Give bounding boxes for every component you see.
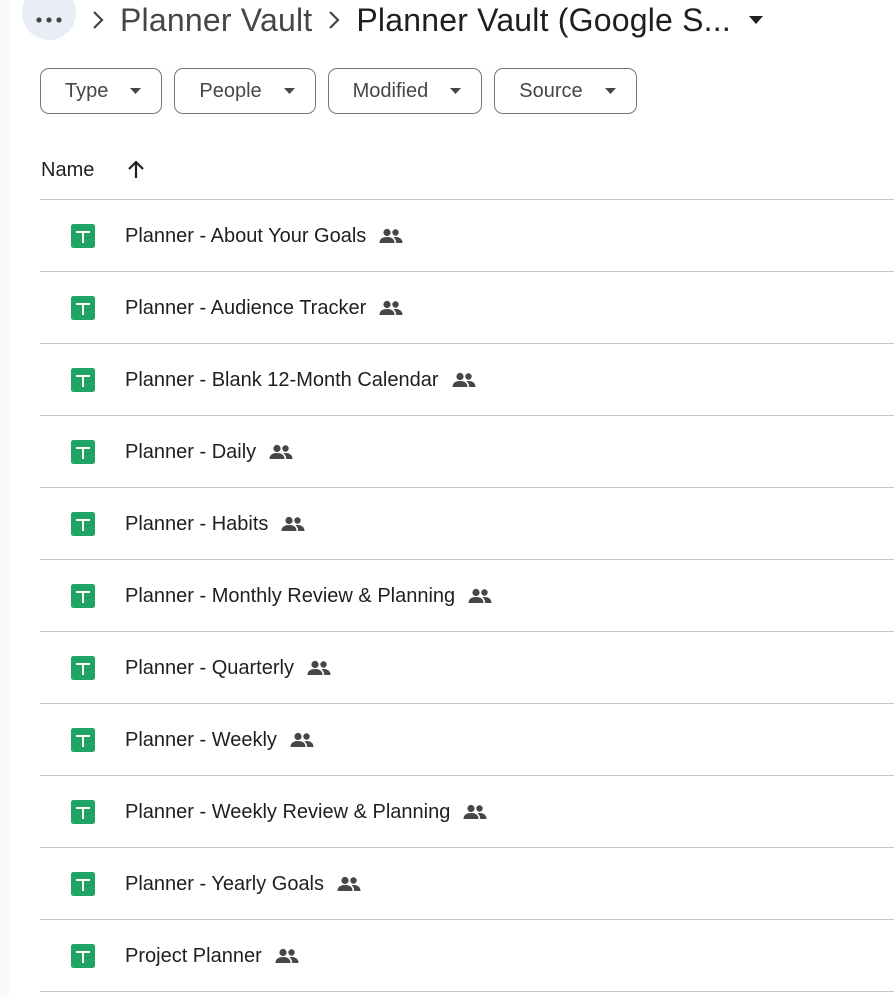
chevron-right-icon — [312, 11, 356, 29]
file-name-text: Planner - Yearly Goals — [125, 873, 325, 895]
filter-source-chip[interactable]: Source — [494, 68, 637, 114]
filter-chip-label: Modified — [352, 79, 429, 102]
file-name: Project Planner — [125, 943, 300, 969]
file-name: Planner - Daily — [125, 439, 294, 465]
caret-down-icon — [604, 88, 616, 94]
google-sheets-icon — [71, 944, 95, 968]
google-sheets-icon — [71, 296, 95, 320]
shared-people-icon — [306, 660, 332, 676]
list-header: Name — [41, 148, 146, 192]
more-horiz-icon — [36, 17, 62, 23]
file-row[interactable]: Planner - Weekly — [40, 703, 894, 775]
filter-type-chip[interactable]: Type — [40, 68, 163, 114]
caret-down-icon — [283, 88, 295, 94]
shared-people-icon — [336, 876, 362, 892]
shared-people-icon — [268, 444, 294, 460]
shared-people-icon — [280, 516, 306, 532]
arrow-upward-icon[interactable] — [126, 160, 146, 180]
breadcrumb-parent-folder[interactable]: Planner Vault — [120, 2, 312, 39]
file-name: Planner - Blank 12-Month Calendar — [125, 367, 477, 393]
file-row[interactable]: Planner - Yearly Goals — [40, 847, 894, 919]
shared-people-icon — [289, 732, 315, 748]
google-sheets-icon — [71, 656, 95, 680]
file-name: Planner - Quarterly — [125, 655, 332, 681]
google-sheets-icon — [71, 584, 95, 608]
file-row[interactable]: Planner - Weekly Review & Planning — [40, 775, 894, 847]
file-name-text: Planner - Monthly Review & Planning — [125, 585, 456, 607]
file-name-text: Planner - About Your Goals — [125, 225, 367, 247]
breadcrumb-more-button[interactable] — [22, 0, 76, 40]
google-sheets-icon — [71, 512, 95, 536]
google-sheets-icon — [71, 728, 95, 752]
shared-people-icon — [462, 804, 488, 820]
file-name-text: Planner - Weekly — [125, 729, 277, 751]
filter-chip-label: People — [199, 79, 262, 102]
file-list: Planner - About Your Goals Planner - Aud… — [40, 199, 894, 992]
google-sheets-icon — [71, 224, 95, 248]
shared-people-icon — [274, 948, 300, 964]
file-name-text: Planner - Quarterly — [125, 657, 294, 679]
shared-people-icon — [451, 372, 477, 388]
google-sheets-icon — [71, 440, 95, 464]
filter-chips: Type People Modified Source — [40, 68, 637, 114]
filter-chip-label: Type — [65, 79, 109, 102]
name-column-header[interactable]: Name — [41, 159, 94, 182]
google-sheets-icon — [71, 368, 95, 392]
file-name: Planner - Audience Tracker — [125, 295, 404, 321]
file-name-text: Planner - Daily — [125, 441, 257, 463]
file-name-text: Planner - Blank 12-Month Calendar — [125, 369, 439, 391]
breadcrumb-current-folder[interactable]: Planner Vault (Google S... — [356, 2, 763, 39]
file-row[interactable]: Planner - Monthly Review & Planning — [40, 559, 894, 631]
drive-folder-page: Planner Vault Planner Vault (Google S...… — [0, 0, 894, 997]
file-name: Planner - Weekly Review & Planning — [125, 799, 488, 825]
file-name-text: Planner - Weekly Review & Planning — [125, 801, 451, 823]
file-name: Planner - Habits — [125, 511, 306, 537]
chevron-right-icon — [76, 11, 120, 29]
file-row[interactable]: Planner - Blank 12-Month Calendar — [40, 343, 894, 415]
google-sheets-icon — [71, 872, 95, 896]
shared-people-icon — [378, 300, 404, 316]
file-name: Planner - About Your Goals — [125, 223, 404, 249]
file-row[interactable]: Planner - Quarterly — [40, 631, 894, 703]
file-row[interactable]: Planner - Audience Tracker — [40, 271, 894, 343]
caret-down-icon — [450, 88, 462, 94]
file-name: Planner - Monthly Review & Planning — [125, 583, 493, 609]
shared-people-icon — [378, 228, 404, 244]
filter-chip-label: Source — [519, 79, 583, 102]
caret-down-icon — [130, 88, 142, 94]
file-name-text: Planner - Audience Tracker — [125, 297, 367, 319]
file-name-text: Project Planner — [125, 945, 262, 967]
filter-people-chip[interactable]: People — [174, 68, 316, 114]
shared-people-icon — [467, 588, 493, 604]
file-name: Planner - Weekly — [125, 727, 315, 753]
breadcrumb-current-label: Planner Vault (Google S... — [356, 1, 731, 38]
filter-modified-chip[interactable]: Modified — [327, 68, 483, 114]
file-row[interactable]: Project Planner — [40, 919, 894, 992]
file-row[interactable]: Planner - About Your Goals — [40, 199, 894, 271]
file-name: Planner - Yearly Goals — [125, 871, 362, 897]
file-name-text: Planner - Habits — [125, 513, 269, 535]
sidebar-edge — [0, 0, 9, 997]
google-sheets-icon — [71, 800, 95, 824]
file-row[interactable]: Planner - Daily — [40, 415, 894, 487]
caret-down-icon — [748, 16, 763, 24]
file-row[interactable]: Planner - Habits — [40, 487, 894, 559]
breadcrumb: Planner Vault Planner Vault (Google S... — [22, 0, 894, 42]
